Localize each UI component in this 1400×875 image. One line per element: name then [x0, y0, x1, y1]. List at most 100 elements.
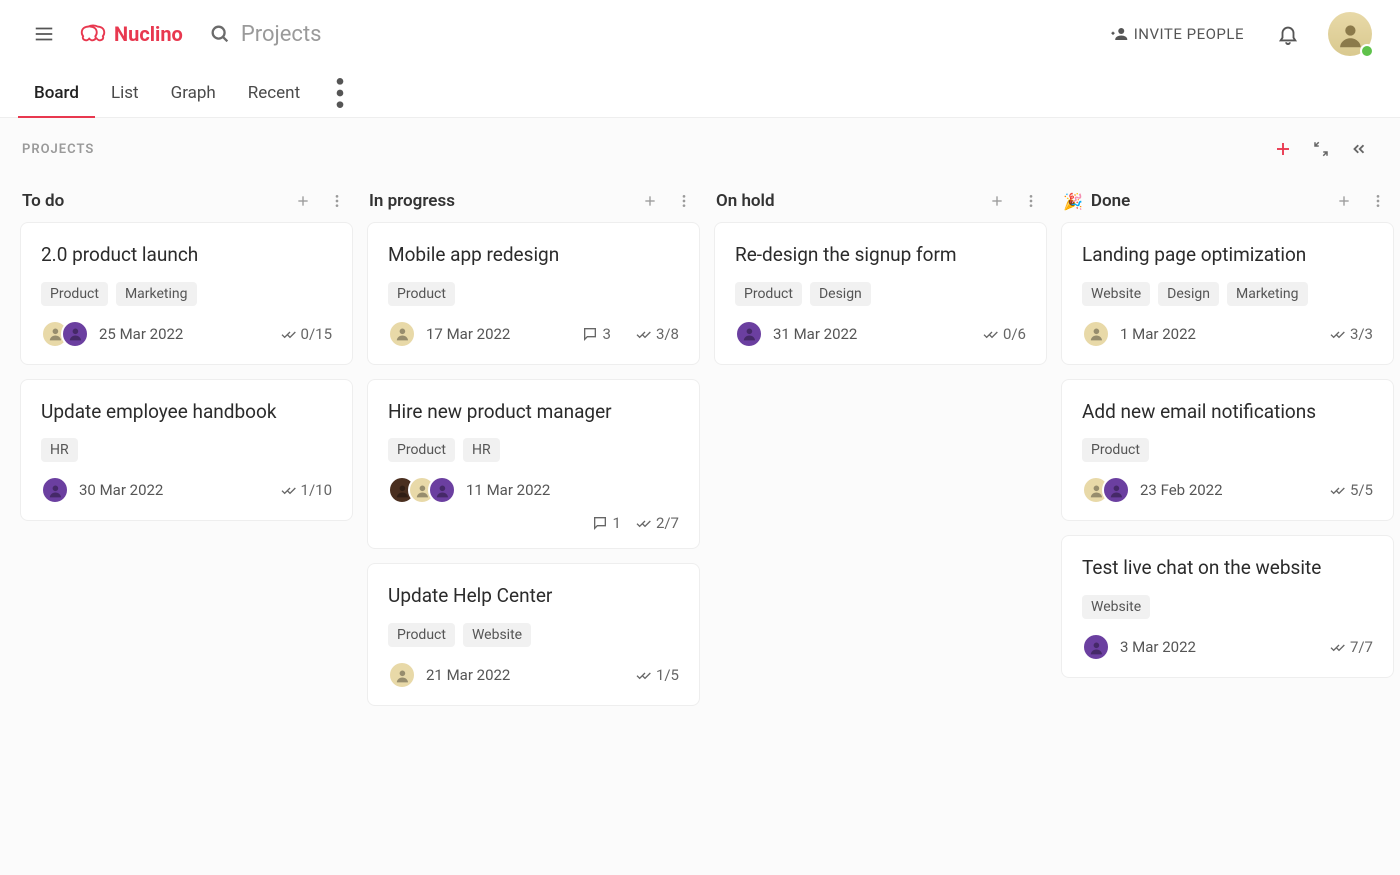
hide-panel-button[interactable]	[1342, 132, 1376, 166]
checklist-icon	[982, 326, 998, 342]
tab-board[interactable]: Board	[18, 68, 95, 117]
column-more-button[interactable]	[670, 187, 698, 215]
board-card[interactable]: Add new email notifications Product 23 Feb…	[1061, 379, 1394, 522]
avatar-icon	[1335, 19, 1366, 50]
card-tag: Product	[41, 282, 108, 306]
app-name: Nuclino	[114, 22, 183, 46]
board-column: In progressMobile app redesignProduct17 …	[367, 180, 700, 720]
assignee-avatars	[41, 476, 69, 504]
card-title: Re-design the signup form	[735, 243, 1026, 268]
card-title: 2.0 product launch	[41, 243, 332, 268]
column-more-button[interactable]	[1364, 187, 1392, 215]
card-tag: Product	[388, 282, 455, 306]
card-progress: 7/7	[1329, 638, 1373, 656]
plus-icon	[989, 193, 1005, 209]
column-add-button[interactable]	[1330, 187, 1358, 215]
board-card[interactable]: Hire new product managerProductHR11 Mar …	[367, 379, 700, 550]
checklist-icon	[635, 667, 651, 683]
invite-button[interactable]: INVITE PEOPLE	[1110, 25, 1244, 43]
assignee-avatar	[1082, 320, 1110, 348]
column-title: On hold	[716, 191, 977, 211]
search-area[interactable]: Projects	[209, 22, 322, 47]
column-more-button[interactable]	[323, 187, 351, 215]
board-card[interactable]: Mobile app redesignProduct17 Mar 202233/…	[367, 222, 700, 365]
card-date: 21 Mar 2022	[426, 666, 510, 684]
plus-icon	[642, 193, 658, 209]
card-tag: Website	[1082, 282, 1150, 306]
board-column: 🎉DoneLanding page optimizationWebsiteDes…	[1061, 180, 1394, 720]
card-date: 31 Mar 2022	[773, 325, 857, 343]
board-card[interactable]: Re-design the signup form Product Design 31…	[714, 222, 1047, 365]
assignee-avatars	[1082, 633, 1110, 661]
checklist-icon	[635, 326, 651, 342]
card-tag: Design	[1158, 282, 1219, 306]
board-column: On hold Re-design the signup form Product D…	[714, 180, 1047, 720]
card-tag: Website	[463, 623, 531, 647]
assignee-avatar	[428, 476, 456, 504]
board-card[interactable]: Update Help Center Product Website 21 Mar 2…	[367, 563, 700, 706]
card-progress: 5/5	[1329, 481, 1373, 499]
assignee-avatars	[735, 320, 763, 348]
board-card[interactable]: Landing page optimization Website Design Ma…	[1061, 222, 1394, 365]
assignee-avatars	[388, 320, 416, 348]
card-progress: 2/7	[635, 514, 679, 532]
column-more-button[interactable]	[1017, 187, 1045, 215]
tab-recent[interactable]: Recent	[232, 68, 316, 117]
card-tag: Product	[388, 438, 455, 462]
checklist-icon	[280, 326, 296, 342]
card-progress: 3/8	[635, 325, 679, 343]
assignee-avatar	[735, 320, 763, 348]
card-title: Mobile app redesign	[388, 243, 679, 268]
invite-icon	[1110, 25, 1128, 43]
card-tag: Design	[810, 282, 871, 306]
card-title: Add new email notifications	[1082, 400, 1373, 425]
checklist-icon	[1329, 326, 1345, 342]
board-card[interactable]: 2.0 product launchProductMarketing25 Mar…	[20, 222, 353, 365]
add-button[interactable]	[1266, 132, 1300, 166]
assignee-avatars	[388, 661, 416, 689]
board-card[interactable]: Update employee handbookHR30 Mar 20221/1…	[20, 379, 353, 522]
column-add-button[interactable]	[636, 187, 664, 215]
menu-button[interactable]	[24, 14, 64, 54]
user-avatar[interactable]	[1328, 12, 1372, 56]
column-add-button[interactable]	[289, 187, 317, 215]
card-title: Landing page optimization	[1082, 243, 1373, 268]
more-vertical-icon	[329, 193, 345, 209]
card-progress: 0/15	[280, 325, 332, 343]
more-vertical-icon	[1023, 193, 1039, 209]
column-title: In progress	[369, 191, 630, 211]
card-date: 23 Feb 2022	[1140, 481, 1223, 499]
card-tag: Product	[1082, 438, 1149, 462]
checklist-icon	[1329, 639, 1345, 655]
column-add-button[interactable]	[983, 187, 1011, 215]
app-logo[interactable]: Nuclino	[78, 22, 183, 46]
card-tag: Marketing	[1227, 282, 1308, 306]
card-tag: Product	[388, 623, 455, 647]
column-title: Done	[1091, 191, 1324, 211]
plus-icon	[295, 193, 311, 209]
card-progress: 3/3	[1329, 325, 1373, 343]
assignee-avatar	[1102, 476, 1130, 504]
card-comments: 3	[582, 325, 611, 343]
tab-list[interactable]: List	[95, 68, 155, 117]
assignee-avatars	[388, 476, 456, 504]
card-tag: Product	[735, 282, 802, 306]
collapse-icon	[1312, 140, 1330, 158]
card-tag: Website	[1082, 595, 1150, 619]
card-title: Hire new product manager	[388, 400, 679, 425]
more-vertical-icon	[320, 73, 360, 113]
card-progress: 1/5	[635, 666, 679, 684]
card-title: Update Help Center	[388, 584, 679, 609]
board-column: To do2.0 product launchProductMarketing2…	[20, 180, 353, 720]
collapse-button[interactable]	[1304, 132, 1338, 166]
card-date: 30 Mar 2022	[79, 481, 163, 499]
notifications-button[interactable]	[1270, 16, 1306, 52]
board-card[interactable]: Test live chat on the websiteWebsite3 Ma…	[1061, 535, 1394, 678]
assignee-avatar	[41, 476, 69, 504]
tab-graph[interactable]: Graph	[155, 68, 232, 117]
comment-icon	[582, 326, 598, 342]
checklist-icon	[1329, 482, 1345, 498]
assignee-avatar	[61, 320, 89, 348]
tabs-more-button[interactable]	[320, 73, 360, 113]
card-title: Test live chat on the website	[1082, 556, 1373, 581]
